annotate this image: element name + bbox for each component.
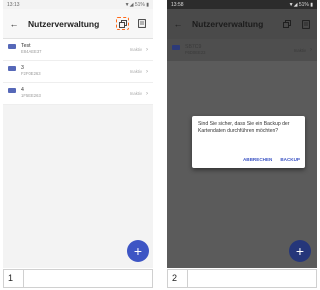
status-bar: 13:58 ▼◢ 51% ▮ <box>167 0 317 9</box>
user-id: F6D0EE23 <box>185 49 206 55</box>
chevron-right-icon: › <box>146 68 148 75</box>
status-indicators: ▼◢ 51% ▮ <box>124 1 149 8</box>
copy-icon[interactable] <box>116 17 129 30</box>
list-item[interactable]: SB7C9 F6D0EE23 Inaktiv › <box>167 39 317 61</box>
app-bar: ← Nutzerverwaltung <box>3 9 153 39</box>
app-bar: ← Nutzerverwaltung <box>167 9 317 39</box>
figure-caption-2: 2 <box>167 269 317 288</box>
user-status: Inaktiv <box>129 47 142 52</box>
page-title: Nutzerverwaltung <box>28 18 100 29</box>
cancel-button[interactable]: ABBRECHEN <box>243 157 272 162</box>
copy-icon[interactable] <box>280 18 293 31</box>
chevron-right-icon: › <box>146 46 148 53</box>
status-indicators: ▼◢ 51% ▮ <box>288 1 313 8</box>
list-item[interactable]: Test E84AEE37 Inaktiv › <box>3 39 153 61</box>
user-card-icon <box>172 44 180 50</box>
back-arrow-icon[interactable]: ← <box>172 19 184 29</box>
document-icon[interactable] <box>135 17 148 30</box>
user-card-icon <box>8 88 16 93</box>
chevron-right-icon: › <box>310 47 312 53</box>
page-title: Nutzerverwaltung <box>192 19 264 29</box>
list-item[interactable]: 3 F2F0E263 Inaktiv › <box>3 61 153 83</box>
phone-screen-2: 13:58 ▼◢ 51% ▮ ← Nutzerverwaltung SB7C9 … <box>167 0 317 268</box>
caption-number: 1 <box>8 273 14 283</box>
user-id: E84AEE37 <box>21 49 42 55</box>
dialog-actions: ABBRECHEN BACKUP <box>243 157 300 162</box>
figure-caption-1: 1 <box>3 269 153 288</box>
dialog-message: Sind Sie sicher, dass Sie ein Backup der… <box>198 121 290 134</box>
status-time: 13:58 <box>171 1 184 8</box>
user-status: Inaktiv <box>129 69 142 74</box>
backup-button[interactable]: BACKUP <box>280 157 300 162</box>
back-arrow-icon[interactable]: ← <box>8 19 20 29</box>
user-status: Inaktiv <box>293 47 306 53</box>
status-time: 13:13 <box>7 1 20 8</box>
user-card-icon <box>8 66 16 71</box>
caption-divider <box>23 270 24 287</box>
add-user-button[interactable]: + <box>289 240 311 262</box>
status-bar: 13:13 ▼◢ 51% ▮ <box>3 0 153 9</box>
caption-divider <box>187 270 188 287</box>
user-id: F2F0E263 <box>21 71 41 77</box>
user-status: Inaktiv <box>129 91 142 96</box>
user-card-icon <box>8 44 16 49</box>
phone-screen-1: 13:13 ▼◢ 51% ▮ ← Nutzerverwaltung Test E… <box>3 0 153 268</box>
user-id: 1F5EE263 <box>21 93 41 99</box>
chevron-right-icon: › <box>146 90 148 97</box>
user-list: SB7C9 F6D0EE23 Inaktiv › <box>167 39 317 61</box>
backup-confirm-dialog: Sind Sie sicher, dass Sie ein Backup der… <box>192 116 305 168</box>
caption-number: 2 <box>172 273 178 283</box>
document-icon[interactable] <box>299 18 312 31</box>
list-item[interactable]: 4 1F5EE263 Inaktiv › <box>3 83 153 105</box>
user-list: Test E84AEE37 Inaktiv › 3 F2F0E263 Inakt… <box>3 39 153 105</box>
add-user-button[interactable]: + <box>127 240 149 262</box>
